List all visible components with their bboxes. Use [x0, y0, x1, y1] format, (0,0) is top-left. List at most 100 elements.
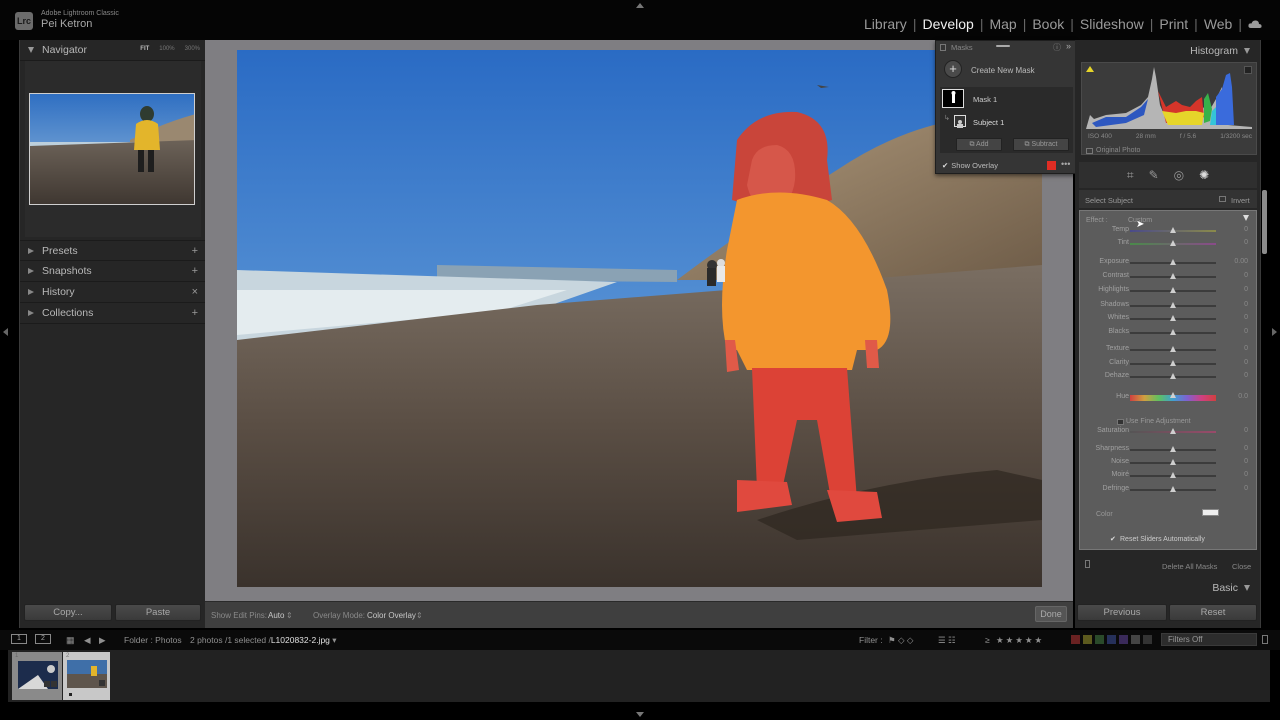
- zoom-fit[interactable]: FIT: [140, 46, 149, 52]
- navigator-preview[interactable]: [29, 93, 195, 205]
- create-new-mask-label[interactable]: Create New Mask: [971, 66, 1035, 75]
- sharpness-slider-thumb[interactable]: [1170, 446, 1176, 452]
- hue-value[interactable]: 0.0: [1238, 393, 1248, 400]
- zoom-100[interactable]: 100%: [159, 46, 174, 52]
- fine-adjustment-checkbox[interactable]: [1117, 419, 1124, 425]
- filters-dropdown[interactable]: Filters Off: [1161, 633, 1257, 646]
- color-label-filter-7[interactable]: [1143, 635, 1152, 644]
- drag-handle[interactable]: [996, 45, 1010, 47]
- subject-1-icon[interactable]: [954, 115, 966, 128]
- highlights-slider-thumb[interactable]: [1170, 287, 1176, 293]
- defringe-value[interactable]: 0: [1244, 485, 1248, 492]
- copy-button[interactable]: Copy...: [24, 604, 112, 621]
- color-label-filter-3[interactable]: [1095, 635, 1104, 644]
- exposure-slider-thumb[interactable]: [1170, 259, 1176, 265]
- contrast-value[interactable]: 0: [1244, 272, 1248, 279]
- create-new-mask-button[interactable]: +: [944, 60, 962, 78]
- texture-value[interactable]: 0: [1244, 345, 1248, 352]
- module-map[interactable]: Map: [983, 16, 1022, 32]
- reset-button[interactable]: Reset: [1169, 604, 1257, 621]
- saturation-slider-thumb[interactable]: [1170, 428, 1176, 434]
- add-button[interactable]: ⧉ Add: [956, 138, 1002, 151]
- edit-filter-icons[interactable]: ☰ ☷: [938, 635, 956, 646]
- second-screen-button[interactable]: 2: [35, 634, 51, 644]
- color-label-filter-1[interactable]: [1071, 635, 1080, 644]
- tint-slider-thumb[interactable]: [1170, 240, 1176, 246]
- add-preset-icon[interactable]: +: [192, 245, 198, 257]
- highlights-slider-track[interactable]: [1130, 287, 1216, 293]
- presets-header[interactable]: Presets +: [20, 240, 206, 261]
- main-screen-button[interactable]: 1: [11, 634, 27, 644]
- invert-checkbox[interactable]: [1219, 196, 1226, 202]
- add-snapshot-icon[interactable]: +: [192, 265, 198, 277]
- right-panel-toggle-icon[interactable]: [1272, 328, 1277, 336]
- left-panel-toggle-icon[interactable]: [3, 328, 8, 336]
- blacks-slider-track[interactable]: [1130, 329, 1216, 335]
- dehaze-slider-thumb[interactable]: [1170, 373, 1176, 379]
- done-button[interactable]: Done: [1035, 606, 1067, 622]
- healing-tool-icon[interactable]: ✎: [1149, 168, 1159, 182]
- tint-value[interactable]: 0: [1244, 239, 1248, 246]
- module-library[interactable]: Library: [858, 16, 913, 32]
- collapse-effect-icon[interactable]: [1243, 215, 1249, 221]
- clarity-slider-track[interactable]: [1130, 360, 1216, 366]
- close-masks-button[interactable]: Close: [1232, 562, 1251, 571]
- blacks-slider-thumb[interactable]: [1170, 329, 1176, 335]
- filmstrip-thumb-2[interactable]: 2: [63, 652, 110, 700]
- module-print[interactable]: Print: [1153, 16, 1194, 32]
- masking-tool-icon[interactable]: ✺: [1199, 168, 1209, 182]
- contrast-slider-track[interactable]: [1130, 273, 1216, 279]
- history-header[interactable]: History ×: [20, 282, 206, 303]
- clarity-value[interactable]: 0: [1244, 359, 1248, 366]
- whites-value[interactable]: 0: [1244, 314, 1248, 321]
- color-label-filter-6[interactable]: [1131, 635, 1140, 644]
- histogram[interactable]: ISO 400 28 mm f / 5.6 1/3200 sec Origina…: [1081, 62, 1257, 155]
- texture-slider-thumb[interactable]: [1170, 346, 1176, 352]
- top-panel-toggle-icon[interactable]: [636, 3, 644, 8]
- zoom-300[interactable]: 300%: [185, 46, 200, 52]
- clarity-slider-thumb[interactable]: [1170, 360, 1176, 366]
- whites-slider-track[interactable]: [1130, 315, 1216, 321]
- original-photo-toggle[interactable]: Original Photo: [1086, 147, 1140, 154]
- crop-tool-icon[interactable]: ⌗: [1127, 168, 1134, 183]
- module-slideshow[interactable]: Slideshow: [1074, 16, 1150, 32]
- color-label-filter-2[interactable]: [1083, 635, 1092, 644]
- overlay-mode-dropdown[interactable]: Color Overlay: [367, 611, 416, 620]
- color-label-filter-5[interactable]: [1119, 635, 1128, 644]
- exposure-value[interactable]: 0.00: [1234, 258, 1248, 265]
- whites-slider-thumb[interactable]: [1170, 315, 1176, 321]
- defringe-slider-thumb[interactable]: [1170, 486, 1176, 492]
- main-photo[interactable]: [237, 50, 1042, 587]
- sharpness-value[interactable]: 0: [1244, 445, 1248, 452]
- flag-filter-icons[interactable]: ⚑ ◇ ◇: [888, 635, 913, 646]
- module-web[interactable]: Web: [1198, 16, 1239, 32]
- collapse-panel-icon[interactable]: »: [1066, 41, 1071, 51]
- temp-value[interactable]: 0: [1244, 226, 1248, 233]
- shadows-slider-track[interactable]: [1130, 302, 1216, 308]
- moir-value[interactable]: 0: [1244, 471, 1248, 478]
- shadows-slider-thumb[interactable]: [1170, 302, 1176, 308]
- filmstrip-thumb-1[interactable]: 1: [12, 652, 62, 700]
- star-rating-filter[interactable]: ≥ ★★★★★: [985, 635, 1044, 646]
- show-overlay-toggle[interactable]: ✔ Show Overlay: [942, 161, 998, 170]
- right-panel-scrollbar[interactable]: [1262, 190, 1267, 254]
- overlay-color-swatch[interactable]: [1047, 161, 1056, 170]
- mask-1-name[interactable]: Mask 1: [973, 95, 997, 104]
- more-options-icon[interactable]: •••: [1061, 159, 1070, 169]
- sharpness-slider-track[interactable]: [1130, 446, 1216, 452]
- histogram-header[interactable]: Histogram: [1190, 45, 1250, 57]
- shadows-value[interactable]: 0: [1244, 301, 1248, 308]
- subject-1-name[interactable]: Subject 1: [973, 118, 1004, 127]
- contrast-slider-thumb[interactable]: [1170, 273, 1176, 279]
- red-eye-tool-icon[interactable]: ◎: [1174, 168, 1184, 182]
- exposure-slider-track[interactable]: [1130, 259, 1216, 265]
- clear-history-icon[interactable]: ×: [192, 286, 198, 298]
- forward-arrow-icon[interactable]: ▶: [99, 635, 106, 646]
- module-book[interactable]: Book: [1026, 16, 1070, 32]
- collections-header[interactable]: Collections +: [20, 303, 206, 324]
- paste-button[interactable]: Paste: [115, 604, 201, 621]
- previous-button[interactable]: Previous: [1077, 604, 1167, 621]
- defringe-slider-track[interactable]: [1130, 486, 1216, 492]
- toggle-switch-icon[interactable]: [1085, 560, 1090, 568]
- mask-1-thumbnail[interactable]: [942, 89, 964, 108]
